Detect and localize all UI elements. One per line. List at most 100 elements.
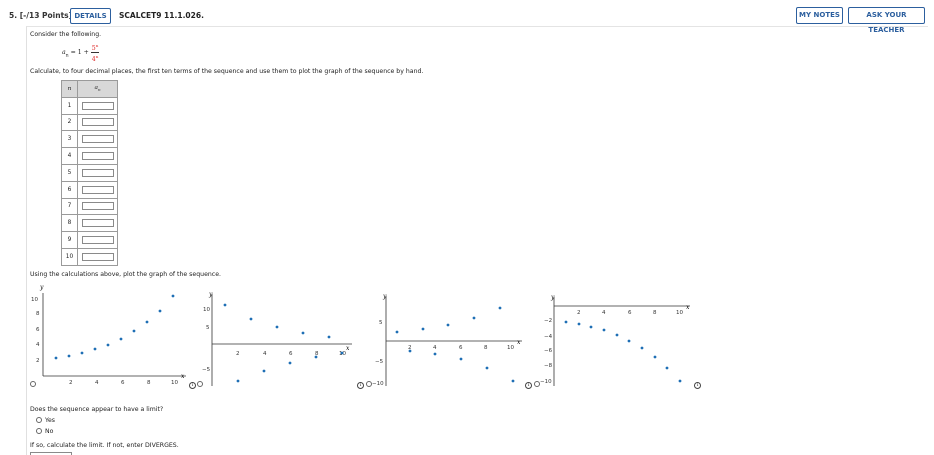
- y-tick-label: 10: [203, 307, 210, 313]
- data-point: [408, 349, 412, 353]
- x-axis-label: x: [517, 339, 521, 346]
- graph-4-radio[interactable]: [534, 381, 540, 387]
- data-point: [602, 328, 606, 332]
- x-tick-label: 10: [676, 310, 683, 316]
- data-point: [132, 329, 136, 333]
- question-header: 5. [-/13 Points]: [9, 11, 72, 20]
- data-points: [223, 303, 344, 383]
- x-axis-label: x: [181, 373, 185, 380]
- problem-intro: Consider the following.: [30, 31, 102, 38]
- term-input-8[interactable]: [81, 219, 114, 228]
- x-tick-label: 10: [171, 380, 178, 386]
- data-point: [314, 355, 318, 359]
- data-point: [288, 361, 292, 365]
- y-tick-label: −5: [375, 359, 384, 365]
- x-tick-label: 6: [628, 310, 632, 316]
- data-point: [511, 379, 515, 383]
- data-point: [171, 294, 175, 298]
- question-body-frame: [26, 26, 928, 455]
- data-point: [236, 379, 240, 383]
- info-icon[interactable]: i: [189, 382, 196, 389]
- x-tick-label: 8: [147, 380, 151, 386]
- graph-3-radio[interactable]: [366, 381, 372, 387]
- row-index: 1: [61, 96, 78, 115]
- y-tick-label: 10: [31, 297, 38, 303]
- x-tick-label: 4: [433, 345, 437, 351]
- sequence-table: n an 1 2 3 4 5 6 7 8 9 10: [61, 80, 118, 266]
- data-point: [223, 303, 227, 307]
- data-point: [145, 320, 149, 324]
- data-point: [54, 356, 58, 360]
- data-point: [615, 333, 619, 337]
- question-points: [-/13 Points]: [19, 11, 73, 20]
- term-input-9[interactable]: [81, 236, 114, 245]
- term-input-3[interactable]: [81, 135, 114, 144]
- yes-radio[interactable]: [36, 417, 42, 423]
- details-button[interactable]: DETAILS: [70, 8, 111, 24]
- data-point: [640, 346, 644, 350]
- y-tick-label: −6: [544, 348, 553, 354]
- info-icon[interactable]: i: [525, 382, 532, 389]
- data-point: [262, 369, 266, 373]
- graph-2-radio[interactable]: [197, 381, 203, 387]
- x-axis-label: x: [346, 345, 350, 352]
- data-point: [589, 325, 593, 329]
- x-tick-label: 4: [263, 351, 267, 357]
- row-index: 2: [61, 113, 78, 132]
- problem-instruction: Calculate, to four decimal places, the f…: [30, 68, 424, 75]
- y-tick-label: −10: [540, 379, 552, 385]
- data-point: [340, 351, 344, 355]
- term-input-2[interactable]: [81, 118, 114, 127]
- y-tick-label: −2: [544, 318, 552, 324]
- row-index: 6: [61, 180, 78, 199]
- data-point: [275, 325, 279, 329]
- table-row: 4: [61, 147, 118, 165]
- x-tick-label: 10: [507, 345, 514, 351]
- term-input-1[interactable]: [81, 101, 114, 110]
- data-point: [433, 352, 437, 356]
- data-point: [472, 316, 476, 320]
- graph-1-radio[interactable]: [30, 381, 36, 387]
- y-tick-label: 2: [36, 358, 40, 364]
- table-row: 2: [61, 113, 118, 132]
- term-input-10[interactable]: [81, 252, 114, 261]
- data-point: [327, 335, 331, 339]
- my-notes-button[interactable]: MY NOTES: [796, 7, 843, 24]
- table-row: 8: [61, 214, 118, 233]
- limit-question: Does the sequence appear to have a limit…: [30, 406, 164, 413]
- table-row: 3: [61, 130, 118, 149]
- term-input-4[interactable]: [81, 152, 114, 161]
- x-axis-label: x: [686, 304, 690, 311]
- graph-option-3: y x 2 4 6 8 10 5 −5 −10: [372, 293, 522, 387]
- term-input-7[interactable]: [81, 202, 114, 211]
- ask-teacher-button[interactable]: ASK YOUR TEACHER: [848, 7, 925, 34]
- y-tick-label: 4: [36, 342, 40, 348]
- term-input-6[interactable]: [81, 185, 114, 194]
- table-row: 7: [61, 197, 118, 216]
- x-tick-label: 4: [95, 380, 99, 386]
- info-icon[interactable]: i: [694, 382, 701, 389]
- data-point: [395, 330, 399, 334]
- no-radio[interactable]: [36, 428, 42, 434]
- x-tick-label: 2: [69, 380, 73, 386]
- row-index: 4: [61, 147, 78, 165]
- data-point: [498, 306, 502, 310]
- y-tick-label: −4: [544, 334, 553, 340]
- table-row: 5: [61, 163, 118, 182]
- term-input-5[interactable]: [81, 168, 114, 177]
- y-tick-label: −8: [544, 363, 553, 369]
- y-axis-label: y: [208, 291, 213, 298]
- x-tick-label: 2: [236, 351, 240, 357]
- info-icon[interactable]: i: [357, 382, 364, 389]
- data-point: [665, 366, 669, 370]
- data-point: [106, 343, 110, 347]
- data-point: [93, 347, 97, 351]
- no-label: No: [45, 428, 54, 435]
- graph-option-1: y x 2 4 6 8 10 2 4 6 8 10: [31, 284, 186, 386]
- data-point: [627, 339, 631, 343]
- x-tick-label: 4: [602, 310, 606, 316]
- column-header-n: n: [61, 80, 78, 98]
- data-point: [421, 327, 425, 331]
- question-number: 5.: [9, 11, 18, 20]
- y-tick-label: −10: [372, 381, 384, 387]
